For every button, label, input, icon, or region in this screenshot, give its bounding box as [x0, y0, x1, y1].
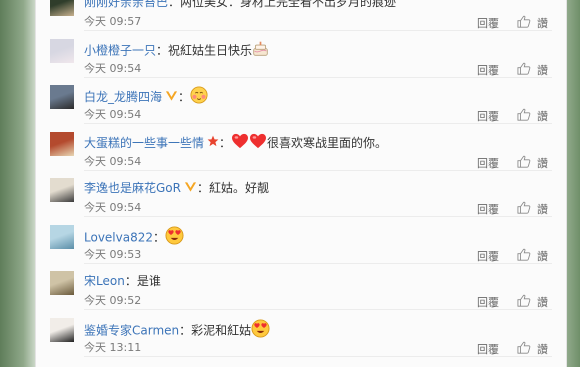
user-avatar[interactable]	[50, 224, 74, 249]
separator: ：	[178, 90, 191, 104]
cake-icon	[252, 40, 269, 62]
comment-time: 今天 09:54	[84, 201, 142, 214]
star-badge-icon	[207, 134, 219, 152]
comment-time: 今天 09:53	[84, 247, 142, 261]
comment-line: 小橙橙子一只：祝紅姑生日快乐	[84, 40, 269, 58]
comment-row: 白龙_龙腾四海 ： 今天 09:54 回覆讚	[36, 77, 566, 124]
comment-time: 今天 09:57	[84, 15, 142, 28]
comment-actions: 回覆讚	[477, 155, 548, 171]
comment-row: 刚刚好亲亲苔巴：两位美女：身材上完全看不出岁月的痕迹 今天 09:57 回覆讚	[36, 0, 566, 31]
divider	[84, 355, 552, 357]
heart-icon	[231, 133, 249, 154]
comment-actions: 回覆讚	[477, 62, 548, 78]
username-link[interactable]: 宋Leon	[84, 274, 125, 288]
user-avatar[interactable]	[50, 38, 74, 63]
comment-time: 今天 09:52	[84, 294, 142, 307]
comment-text: 紅姑。好靓	[209, 181, 270, 195]
comment-actions: 回覆讚	[477, 15, 548, 31]
user-avatar[interactable]	[50, 0, 74, 16]
comment-time: 今天 09:54	[84, 154, 142, 168]
user-avatar[interactable]	[50, 271, 74, 295]
comment-row: 小橙橙子一只：祝紅姑生日快乐今天 09:54 回覆讚	[36, 31, 566, 78]
username-link[interactable]: 鉴婚专家Carmen	[84, 323, 179, 337]
username-link[interactable]: Lovelva822	[84, 230, 153, 244]
comment-row: 鉴婚专家Carmen：彩泥和紅姑今天 13:11 回覆讚	[36, 310, 566, 357]
comment-text: 很喜欢寒战里面的你。	[267, 135, 388, 150]
comment-row: 宋Leon：是谁今天 09:52 回覆讚	[36, 263, 566, 310]
username-link[interactable]: 李逸也是麻花GoR	[84, 181, 181, 195]
separator: ：	[219, 135, 232, 150]
comment-actions: 回覆讚	[477, 201, 548, 217]
comment-text: 是谁	[136, 274, 161, 288]
comment-row: 大蛋糕的一些事一些情 ： 很喜欢寒战里面的你。今天 09:54 回覆讚	[36, 124, 566, 171]
separator: ：	[153, 230, 166, 244]
separator: ：	[168, 0, 181, 9]
user-avatar[interactable]	[50, 131, 74, 156]
separator: ：	[124, 274, 137, 288]
shy-face-icon	[190, 86, 208, 109]
comment-actions: 回覆讚	[477, 294, 548, 310]
separator: ：	[179, 323, 192, 337]
verified-badge-icon	[165, 89, 178, 107]
comment-row: 李逸也是麻花GoR ：紅姑。好靓今天 09:54 回覆讚	[36, 170, 566, 217]
username-link[interactable]: 小橙橙子一只	[84, 43, 156, 57]
user-avatar[interactable]	[50, 85, 74, 109]
comment-text: 两位美女：身材上完全看不出岁月的痕迹	[180, 0, 397, 9]
username-link[interactable]: 刚刚好亲亲苔巴	[84, 0, 168, 9]
username-link[interactable]: 大蛋糕的一些事一些情	[84, 136, 204, 150]
heart-icon	[249, 133, 267, 154]
user-avatar[interactable]	[50, 317, 74, 342]
comment-line: 李逸也是麻花GoR ：紅姑。好靓	[84, 179, 269, 197]
comment-line: Lovelva822：	[84, 225, 184, 245]
comment-panel: 刚刚好亲亲苔巴：两位美女：身材上完全看不出岁月的痕迹 今天 09:57 回覆讚小橙橙…	[35, 0, 567, 367]
comment-time: 今天 09:54	[84, 108, 142, 121]
heart-eyes-icon	[251, 318, 270, 343]
comment-line: 大蛋糕的一些事一些情 ： 很喜欢寒战里面的你。	[84, 133, 387, 151]
comment-line: 刚刚好亲亲苔巴：两位美女：身材上完全看不出岁月的痕迹	[84, 0, 396, 11]
verified-badge-icon	[184, 180, 197, 198]
comment-text: 彩泥和紅姑	[191, 323, 252, 337]
username-link[interactable]: 白龙_龙腾四海	[84, 90, 162, 104]
comment-text: 祝紅姑生日快乐	[168, 43, 253, 57]
comment-row: Lovelva822： 今天 09:53 回覆讚	[36, 217, 566, 264]
comment-actions: 回覆讚	[477, 108, 548, 124]
separator: ：	[156, 43, 169, 57]
comment-line: 鉴婚专家Carmen：彩泥和紅姑	[84, 318, 270, 338]
comment-actions: 回覆讚	[477, 248, 548, 264]
comment-actions: 回覆讚	[477, 341, 548, 357]
user-avatar[interactable]	[50, 178, 74, 202]
separator: ：	[196, 181, 209, 195]
comment-time: 今天 13:11	[84, 340, 142, 354]
comment-line: 白龙_龙腾四海 ：	[84, 86, 208, 104]
comment-line: 宋Leon：是谁	[84, 272, 161, 290]
heart-eyes-icon	[165, 225, 184, 250]
comment-time: 今天 09:54	[84, 61, 142, 75]
